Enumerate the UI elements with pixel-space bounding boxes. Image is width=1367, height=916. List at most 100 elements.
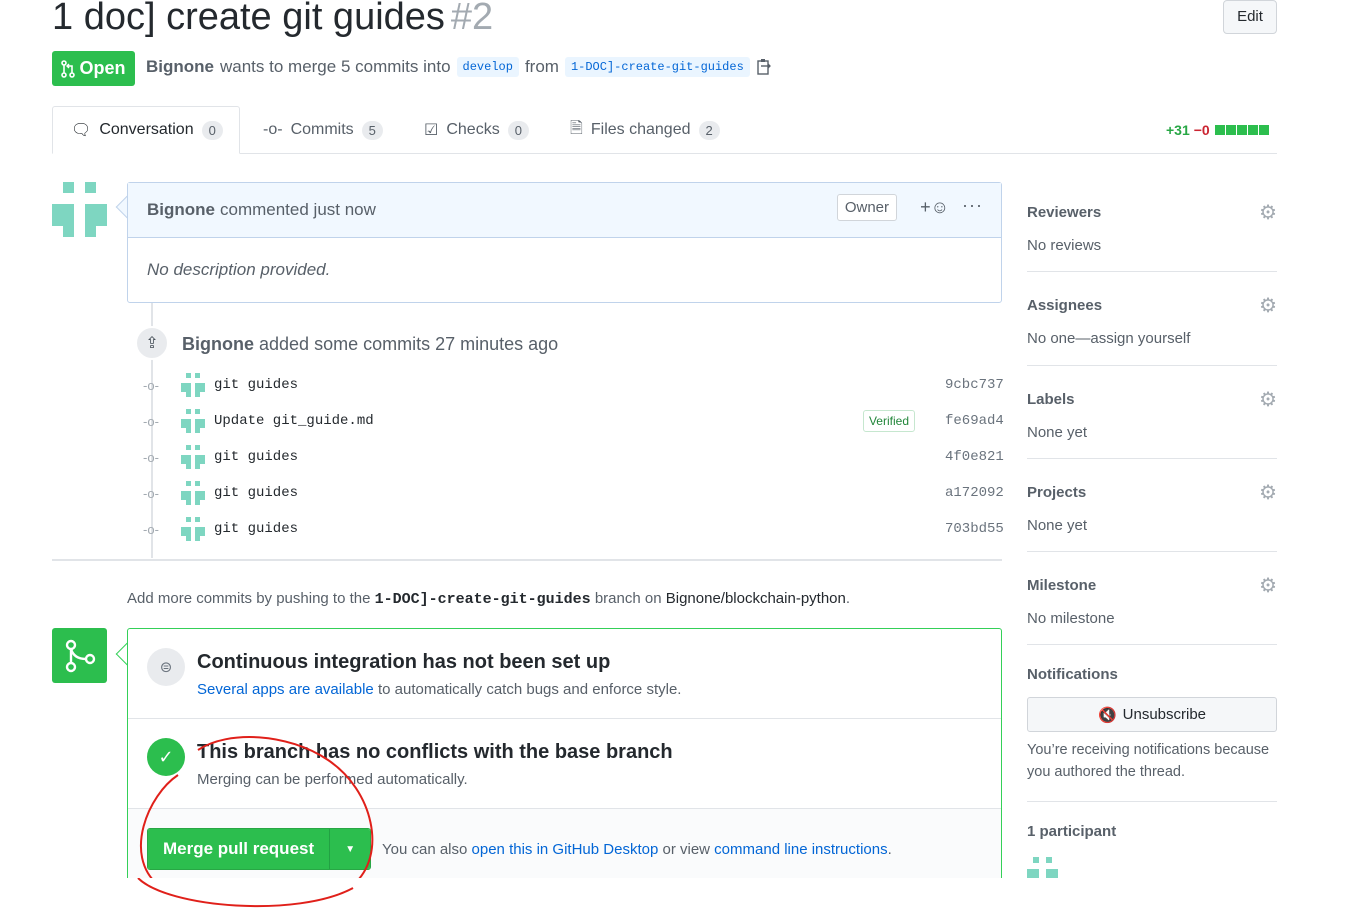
commit-avatar[interactable] xyxy=(181,481,205,505)
git-merge-icon xyxy=(52,628,107,683)
milestone-value: No milestone xyxy=(1027,610,1115,627)
head-branch[interactable]: 1-DOC]-create-git-guides xyxy=(564,57,750,77)
diff-deletions: −0 xyxy=(1193,122,1210,138)
sidebar-divider xyxy=(1027,365,1277,366)
base-branch[interactable]: develop xyxy=(456,57,519,77)
tab-label: Commits xyxy=(290,121,354,138)
unsubscribe-label: Unsubscribe xyxy=(1122,706,1207,723)
comment-author[interactable]: Bignone xyxy=(147,200,215,220)
github-desktop-link[interactable]: open this in GitHub Desktop xyxy=(472,841,659,858)
commit-sha[interactable]: 703bd55 xyxy=(945,521,1004,537)
pr-meta: Bignone wants to merge 5 commits into de… xyxy=(146,57,772,77)
gear-icon[interactable]: ⚙ xyxy=(1259,573,1277,598)
repo-push-icon: ⇪ xyxy=(135,326,169,360)
sidebar-divider xyxy=(1027,551,1277,552)
mute-icon: 🔇 xyxy=(1097,706,1117,724)
ci-robot-icon: ⊜ xyxy=(147,648,185,686)
commit-avatar[interactable] xyxy=(181,373,205,397)
verified-badge[interactable]: Verified xyxy=(862,410,915,432)
add-reaction-icon[interactable]: +☺ xyxy=(920,197,949,218)
state-label: Open xyxy=(79,58,126,78)
push-hint-repo[interactable]: Bignone/blockchain-python xyxy=(666,590,846,607)
merge-alt-text: . xyxy=(887,841,892,858)
push-hint-text: branch on xyxy=(594,590,662,607)
timeline-separator xyxy=(52,559,1002,561)
pull-request-icon xyxy=(61,59,76,78)
assignees-label[interactable]: Assignees xyxy=(1027,297,1102,314)
commit-icon: -o- xyxy=(143,521,159,537)
tab-conversation[interactable]: 🗨 Conversation 0 xyxy=(52,106,240,154)
commit-row: -o- git guides a172092 xyxy=(143,481,1004,505)
pr-number: #2 xyxy=(450,0,494,38)
push-hint-text: . xyxy=(845,590,851,607)
push-author[interactable]: Bignone xyxy=(182,334,254,354)
commit-sha[interactable]: 4f0e821 xyxy=(945,449,1004,465)
commit-message[interactable]: git guides xyxy=(214,449,945,465)
sidebar-divider xyxy=(1027,644,1277,645)
more-options-icon[interactable]: ··· xyxy=(962,195,983,216)
commit-message[interactable]: Update git_guide.md xyxy=(214,413,863,429)
commit-sha[interactable]: a172092 xyxy=(945,485,1004,501)
sidebar-divider xyxy=(1027,801,1277,802)
unsubscribe-button[interactable]: 🔇 Unsubscribe xyxy=(1027,697,1277,732)
avatar[interactable] xyxy=(52,182,107,237)
commit-message[interactable]: git guides xyxy=(214,377,945,393)
comment-body: No description provided. xyxy=(147,260,331,279)
commit-message[interactable]: git guides xyxy=(214,485,945,501)
gear-icon[interactable]: ⚙ xyxy=(1259,387,1277,412)
push-hint-text: Add more commits by pushing to the xyxy=(127,590,371,607)
ci-section: ⊜ Continuous integration has not been se… xyxy=(128,629,1001,719)
push-event-text: added some commits 27 minutes ago xyxy=(259,334,559,354)
apps-link[interactable]: Several apps are available xyxy=(197,681,374,698)
commit-row: -o- git guides 9cbc737 xyxy=(143,373,1004,397)
merge-text: wants to merge 5 commits into xyxy=(220,57,451,76)
commit-row: -o- git guides 4f0e821 xyxy=(143,445,1004,469)
participants-label: 1 participant xyxy=(1027,823,1117,840)
commit-icon: -o- xyxy=(143,485,159,501)
commit-sha[interactable]: 9cbc737 xyxy=(945,377,1004,393)
notifications-reason: You’re receiving notifications because y… xyxy=(1027,742,1270,780)
assignees-value[interactable]: No one—assign yourself xyxy=(1027,330,1277,347)
comment-action: commented just now xyxy=(220,200,376,219)
commit-message[interactable]: git guides xyxy=(214,521,945,537)
commit-avatar[interactable] xyxy=(181,409,205,433)
projects-value: None yet xyxy=(1027,517,1088,534)
reviewers-value: No reviews xyxy=(1027,237,1102,254)
tab-counter: 0 xyxy=(201,120,223,140)
diff-additions: +31 xyxy=(1166,122,1190,138)
commit-sha[interactable]: fe69ad4 xyxy=(945,413,1004,429)
notifications-label: Notifications xyxy=(1027,666,1118,683)
tab-checks[interactable]: ☑ Checks 0 xyxy=(406,106,547,154)
conversation-icon: 🗨 xyxy=(71,122,92,139)
sidebar-labels: Labels ⚙ None yet xyxy=(1027,387,1277,441)
command-line-link[interactable]: command line instructions xyxy=(714,841,887,858)
from-text: from xyxy=(524,57,559,76)
sidebar-milestone: Milestone ⚙ No milestone xyxy=(1027,573,1277,627)
commit-avatar[interactable] xyxy=(181,445,205,469)
sidebar-divider xyxy=(1027,458,1277,459)
clipboard-icon[interactable] xyxy=(756,58,772,76)
tab-counter: 0 xyxy=(507,120,529,140)
commit-avatar[interactable] xyxy=(181,517,205,541)
comment-header: Bignone commented just now Owner +☺ ··· xyxy=(128,183,1001,238)
owner-badge: Owner xyxy=(836,194,897,221)
milestone-label[interactable]: Milestone xyxy=(1027,577,1096,594)
projects-label[interactable]: Projects xyxy=(1027,484,1086,501)
gear-icon[interactable]: ⚙ xyxy=(1259,293,1277,318)
labels-label[interactable]: Labels xyxy=(1027,391,1075,408)
labels-value: None yet xyxy=(1027,424,1088,441)
edit-button[interactable]: Edit xyxy=(1223,0,1277,34)
gear-icon[interactable]: ⚙ xyxy=(1259,200,1277,225)
sidebar-projects: Projects ⚙ None yet xyxy=(1027,480,1277,534)
commit-row: -o- Update git_guide.md Verified fe69ad4 xyxy=(143,409,1004,433)
tab-files-changed[interactable]: 🗎 Files changed 2 xyxy=(552,106,738,154)
commit-icon: -o- xyxy=(143,449,159,465)
pr-title: 1 doc] create git guides #2 xyxy=(52,0,493,39)
commit-icon: -o- xyxy=(143,413,159,429)
gear-icon[interactable]: ⚙ xyxy=(1259,480,1277,505)
sidebar-divider xyxy=(1027,271,1277,272)
reviewers-label[interactable]: Reviewers xyxy=(1027,204,1101,221)
ci-subtitle: Several apps are available to automatica… xyxy=(197,681,681,698)
pr-author-link[interactable]: Bignone xyxy=(146,57,214,77)
tab-commits[interactable]: -o- Commits 5 xyxy=(245,106,401,154)
